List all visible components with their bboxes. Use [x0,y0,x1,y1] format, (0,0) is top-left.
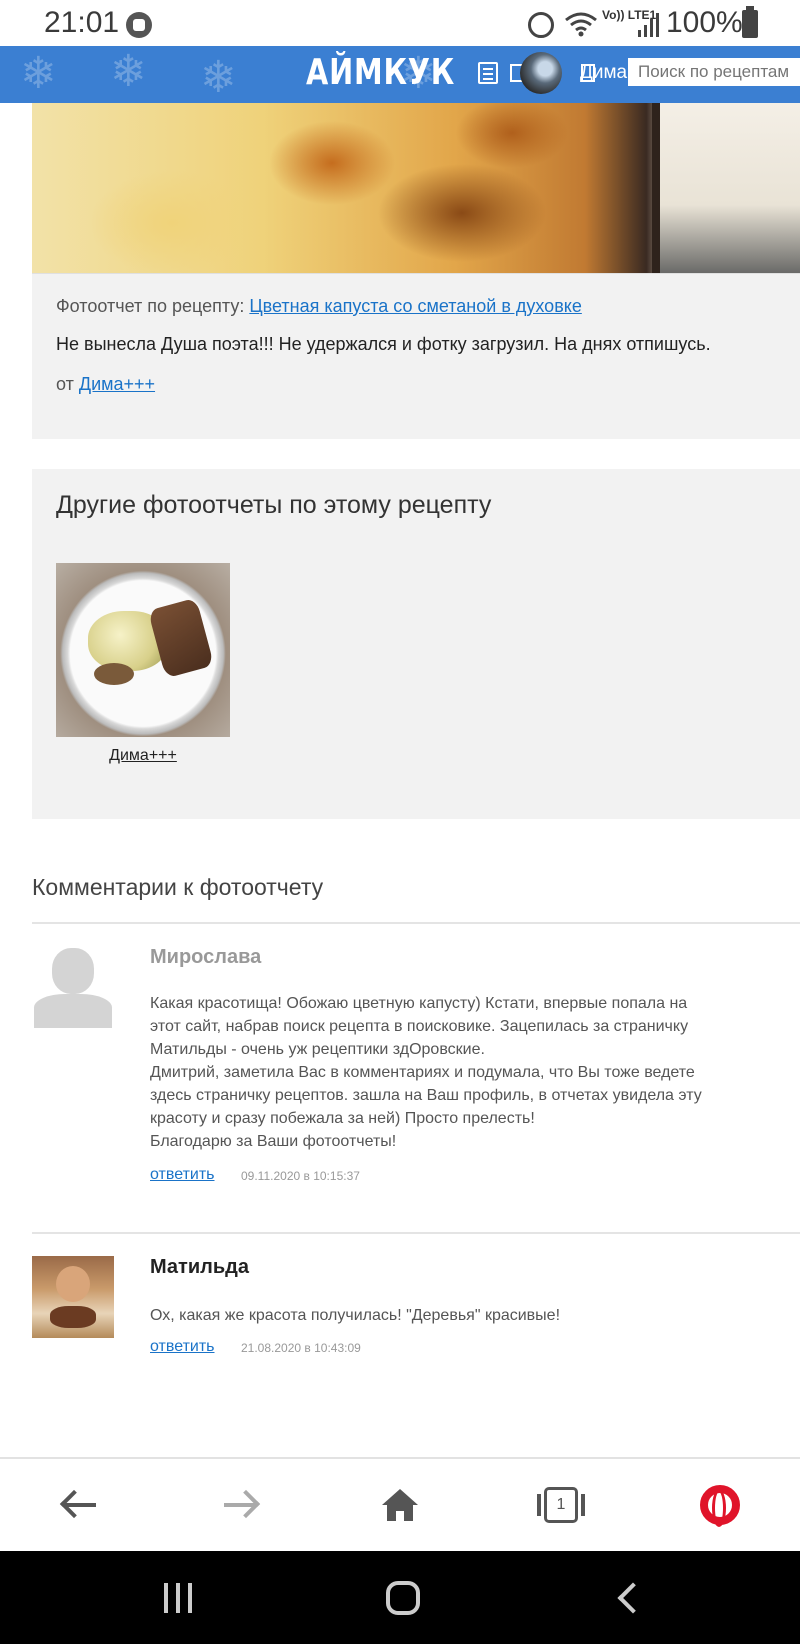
status-time: 21:01 [44,6,120,39]
arrow-right-icon [224,1503,256,1507]
system-back-button[interactable] [617,1582,649,1614]
shield-icon [126,12,152,38]
comments-title: Комментарии к фотоотчету [32,874,324,900]
back-button[interactable] [58,1483,102,1527]
alarm-icon [528,12,554,38]
comment-divider [32,1232,800,1234]
browser-toolbar: 1 [0,1457,800,1551]
author-link[interactable]: Дима+++ [79,374,155,394]
snowflake-icon: ❄ [110,47,147,96]
user-avatar[interactable] [520,52,562,94]
comment-author[interactable]: Мирослава [150,946,261,969]
home-icon [382,1489,418,1521]
other-report-thumbnail[interactable] [56,563,230,737]
comment-text-line: Дмитрий, заметила Вас в комментариях и п… [150,1064,695,1081]
report-author-prefix: от [56,374,79,394]
recipes-list-icon[interactable] [478,62,498,84]
food-image-part [94,663,134,685]
opera-logo-icon [700,1485,740,1527]
comment-avatar[interactable] [32,946,114,1028]
comment-text-line: Благодарю за Ваши фотоотчеты! [150,1133,397,1150]
home-button[interactable] [378,1483,422,1527]
comment-text: Какая красотища! Обожаю цветную капусту)… [150,992,750,1153]
opera-menu-button[interactable] [698,1483,742,1527]
comment-text-line: этот сайт, набрав поиск рецепта в поиско… [150,1018,689,1035]
system-home-button[interactable] [386,1581,420,1615]
comment-text-line: красоту и сразу побежала за ней) Просто … [150,1110,535,1127]
reply-link[interactable]: ответить [150,1338,215,1356]
arrow-left-icon [64,1503,96,1507]
battery-percent: 100% [666,6,743,39]
battery-icon [742,6,758,38]
comment-text-line: Ох, какая же красота получилась! "Деревь… [150,1307,561,1324]
comment-text: Ох, какая же красота получилась! "Деревь… [150,1304,750,1327]
food-image-part [147,597,215,679]
comments-divider [32,922,800,924]
site-header: ❄ ❄ ❄ ❄ АЙМКУК Дима [0,46,800,103]
comment-text-line: Какая красотища! Обожаю цветную капусту)… [150,995,688,1012]
other-reports: Другие фотоотчеты по этому рецепту Дима+… [32,469,800,819]
report-recipe-line: Фотоотчет по рецепту: Цветная капуста со… [56,296,582,317]
comment-text-line: Матильды - очень уж рецептики здОровские… [150,1041,485,1058]
site-logo[interactable]: АЙМКУК [306,52,455,93]
comment-author[interactable]: Матильда [150,1256,249,1279]
system-navigation-bar [0,1551,800,1644]
other-reports-title: Другие фотоотчеты по этому рецепту [56,491,492,519]
report-info: Фотоотчет по рецепту: Цветная капуста со… [32,273,800,439]
report-text: Не вынесла Душа поэта!!! Не удержался и … [56,334,711,354]
other-report-author-link[interactable]: Дима+++ [56,747,230,765]
user-name[interactable]: Дима [580,62,627,84]
status-bar: 21:01 Vo)) LTE1 100% [0,0,800,48]
snowflake-icon: ❄ [200,53,237,102]
comment-date: 21.08.2020 в 10:43:09 [241,1341,361,1355]
comment-avatar[interactable] [32,1256,114,1338]
screen: 21:01 Vo)) LTE1 100% ❄ ❄ ❄ ❄ АЙМКУК Дима [0,0,800,1644]
report-photo[interactable] [32,103,800,273]
comment-item: Мирослава Какая красотища! Обожаю цветну… [32,946,800,1186]
recipe-link[interactable]: Цветная капуста со сметаной в духовке [249,296,582,316]
reply-link[interactable]: ответить [150,1166,215,1184]
comment-item: Матильда Ох, какая же красота получилась… [32,1256,800,1356]
forward-button[interactable] [218,1483,262,1527]
signal-icon [638,13,659,37]
comment-text-line: здесь страничку рецептов. зашла на Ваш п… [150,1087,702,1104]
recent-apps-button[interactable] [162,1583,194,1613]
report-recipe-prefix: Фотоотчет по рецепту: [56,296,250,316]
wifi-icon [565,12,597,37]
tabs-button[interactable]: 1 [537,1483,585,1527]
search-input[interactable] [628,58,800,86]
tabs-icon: 1 [537,1487,585,1523]
comment-date: 09.11.2020 в 10:15:37 [241,1169,360,1183]
report-author-line: от Дима+++ [56,374,155,395]
snowflake-icon: ❄ [20,49,57,98]
